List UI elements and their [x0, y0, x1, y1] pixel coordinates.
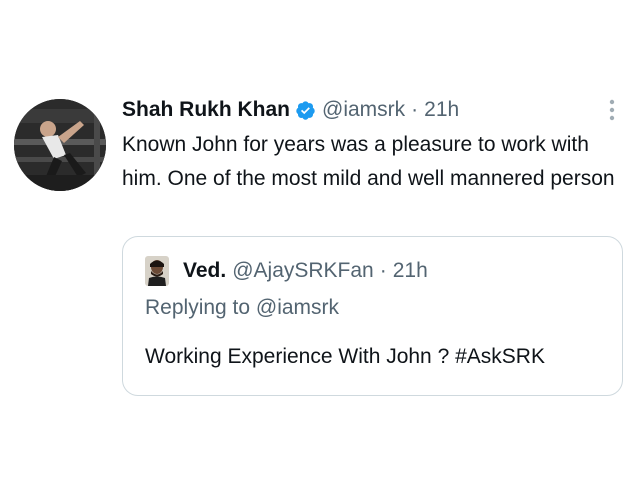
- verified-badge-icon: [295, 100, 316, 121]
- avatar-photo: [14, 99, 106, 191]
- author-handle[interactable]: @iamsrk: [322, 98, 405, 122]
- author-avatar[interactable]: [14, 99, 106, 191]
- tweet-card[interactable]: Shah Rukh Khan @iamsrk · 21h Known John …: [0, 0, 639, 479]
- separator-dot: ·: [379, 259, 387, 282]
- quoted-author-name[interactable]: Ved.: [183, 259, 226, 283]
- separator-dot: ·: [411, 98, 419, 121]
- tweet-header: Shah Rukh Khan @iamsrk · 21h: [122, 95, 459, 125]
- quoted-author-handle[interactable]: @AjaySRKFan: [232, 259, 374, 283]
- quoted-tweet[interactable]: Ved. @AjaySRKFan · 21h Replying to @iams…: [122, 236, 623, 396]
- reply-context: Replying to @iamsrk: [145, 296, 340, 319]
- author-name[interactable]: Shah Rukh Khan: [122, 98, 290, 122]
- quoted-tweet-timestamp[interactable]: 21h: [393, 259, 428, 283]
- quoted-tweet-text: Working Experience With John ? #AskSRK: [145, 345, 545, 368]
- tweet-text: Known John for years was a pleasure to w…: [122, 133, 615, 190]
- tweet-timestamp[interactable]: 21h: [424, 98, 459, 122]
- quoted-tweet-header: Ved. @AjaySRKFan · 21h: [145, 256, 428, 286]
- more-options-icon[interactable]: [600, 98, 624, 122]
- quoted-author-avatar[interactable]: [145, 256, 169, 286]
